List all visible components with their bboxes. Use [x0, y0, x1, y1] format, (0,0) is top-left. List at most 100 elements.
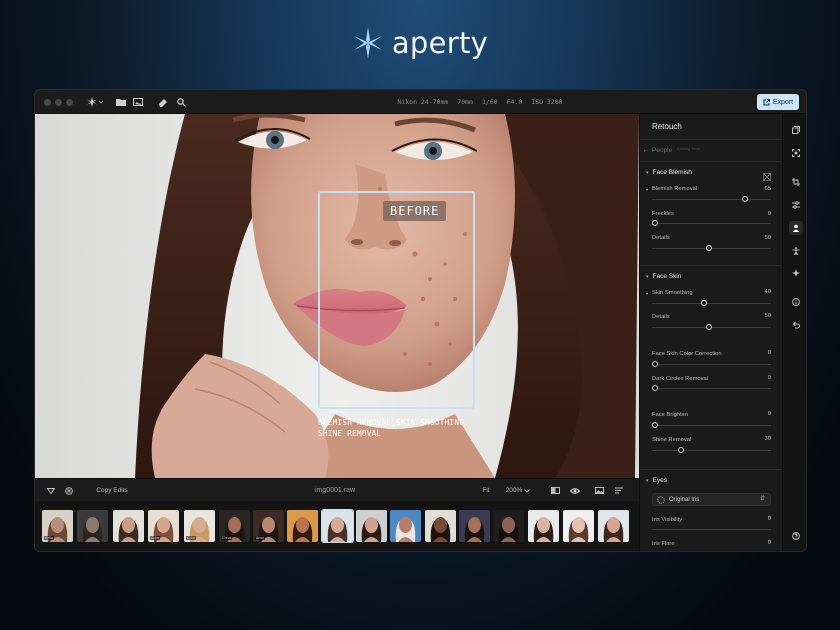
app-menu-icon[interactable] [85, 94, 105, 110]
filter-icon[interactable] [45, 483, 57, 498]
eyes-section: ▾ Eyes Original Iris ⇵ Iris Visibility 0… [640, 469, 782, 551]
face-brighten-knob[interactable] [652, 422, 658, 428]
window-maximize-dot[interactable] [66, 99, 73, 106]
film-thumbnail[interactable]: Amm [253, 510, 284, 542]
film-thumbnail[interactable] [425, 510, 456, 542]
before-label: BEFORE [383, 201, 447, 221]
thumbnail-portrait-image [287, 510, 318, 542]
help-icon[interactable] [789, 529, 803, 543]
eraser-icon[interactable] [157, 94, 169, 110]
gallery-view-icon[interactable] [593, 483, 605, 498]
dark-circles-knob[interactable] [652, 385, 658, 391]
shine-removal-slider[interactable] [652, 450, 771, 451]
folder-icon[interactable] [115, 94, 127, 110]
chevron-down-icon: ▾ [646, 187, 649, 192]
ai-sparkle-icon[interactable] [789, 266, 803, 280]
layers-icon[interactable] [789, 123, 803, 137]
brand-header: aperty [0, 26, 840, 60]
select-arrows-icon: ⇵ [759, 496, 765, 502]
export-label: Export [772, 98, 794, 106]
film-thumbnail[interactable] [321, 509, 354, 543]
shine-removal-knob[interactable] [678, 447, 684, 453]
blemish-details-knob[interactable] [706, 245, 712, 251]
shine-removal-label: Shine Removal [652, 437, 692, 443]
crop-icon[interactable] [789, 175, 803, 189]
face-skin-header[interactable]: ▾ Face Skin [646, 273, 681, 280]
copy-edits-button[interactable]: Copy Edits [91, 483, 133, 498]
film-thumbnail[interactable]: Bella [42, 510, 73, 542]
film-thumbnail[interactable]: Color [148, 510, 179, 542]
iris-visibility-slider[interactable] [652, 529, 771, 530]
blemish-removal-knob[interactable] [742, 196, 748, 202]
sort-icon[interactable] [613, 483, 625, 498]
meta-focal: 70mm [457, 98, 473, 106]
skin-smoothing-slider[interactable] [652, 303, 771, 304]
freckles-slider[interactable] [652, 223, 771, 224]
reset-section-icon[interactable] [763, 168, 771, 186]
thumbnail-portrait-image [356, 510, 387, 542]
film-thumbnail[interactable] [493, 510, 524, 542]
film-thumbnail[interactable] [528, 510, 559, 542]
top-toolbar: Nikon 24-70mm 70mm 1/60 F4.0 ISO 3200 Ex… [35, 90, 806, 114]
face-blemish-header[interactable]: ▾ Face Blemish [646, 169, 692, 176]
color-correction-knob[interactable] [652, 361, 658, 367]
film-thumbnail[interactable] [459, 510, 490, 542]
caption-line-2: SHINE REMOVAL [318, 429, 382, 438]
body-icon[interactable] [789, 244, 803, 258]
compare-split-icon[interactable] [549, 483, 561, 498]
iris-flare-label: Iris Flare [652, 541, 675, 547]
retouch-person-icon[interactable] [789, 221, 803, 235]
fit-button[interactable]: Fit [476, 483, 496, 498]
panel-title: Retouch [652, 122, 682, 131]
people-coming-soon: Coming Soon [677, 147, 701, 151]
face-brighten-value: 0 [767, 411, 771, 417]
people-section[interactable]: ▸ People Coming Soon [640, 139, 782, 161]
thumbnail-portrait-image [598, 510, 629, 542]
iris-visibility-label: Iris Visibility [652, 517, 683, 523]
bottom-toolbar: Copy Edits img0001.raw Fit 200% [35, 478, 639, 501]
film-thumbnail[interactable] [287, 510, 318, 542]
thumbnail-portrait-image [493, 510, 524, 542]
eyes-header[interactable]: ▾ Eyes [646, 477, 667, 484]
film-thumbnail[interactable] [77, 510, 108, 542]
thumbnail-portrait-image [390, 510, 421, 542]
camera-metadata: Nikon 24-70mm 70mm 1/60 F4.0 ISO 3200 [365, 90, 595, 114]
zoom-select[interactable]: 200% [501, 483, 535, 498]
reject-icon[interactable] [63, 483, 75, 498]
dark-circles-value: 0 [767, 375, 771, 381]
zoom-icon[interactable] [175, 94, 187, 110]
film-thumbnail[interactable]: Color [184, 510, 215, 542]
skin-smoothing-knob[interactable] [701, 300, 707, 306]
eyes-title: Eyes [652, 477, 667, 484]
export-button[interactable]: Export [757, 94, 799, 110]
face-skin-section: ▾ Face Skin ▾ Skin Smoothing 40 Details … [640, 265, 782, 469]
iris-select[interactable]: Original Iris ⇵ [652, 493, 771, 506]
film-thumbnail[interactable] [113, 510, 144, 542]
window-minimize-dot[interactable] [55, 99, 62, 106]
info-icon[interactable] [789, 295, 803, 309]
film-thumbnail[interactable]: Great [219, 510, 250, 542]
dark-circles-slider[interactable] [652, 388, 771, 389]
freckles-knob[interactable] [652, 220, 658, 226]
skin-details-knob[interactable] [706, 324, 712, 330]
photo-canvas[interactable]: BEFORE BLEMISH REMOVAL,SKIN SMOOTHING, S… [35, 114, 639, 478]
shine-removal-value: 30 [764, 436, 771, 442]
before-comparison-frame[interactable] [318, 191, 475, 409]
skin-details-value: 50 [764, 313, 771, 319]
aperty-star-icon [353, 27, 382, 59]
film-thumbnail[interactable] [390, 510, 421, 542]
undo-history-icon[interactable] [789, 318, 803, 332]
blemish-details-label: Details [652, 235, 670, 241]
window-close-dot[interactable] [44, 99, 51, 106]
color-correction-slider[interactable] [652, 364, 771, 365]
image-import-icon[interactable] [132, 94, 144, 110]
blemish-removal-slider[interactable] [652, 199, 771, 200]
iris-visibility-value: 0 [767, 516, 771, 522]
film-thumbnail[interactable] [356, 510, 387, 542]
adjustments-icon[interactable] [789, 198, 803, 212]
film-thumbnail[interactable] [563, 510, 594, 542]
film-thumbnail[interactable] [598, 510, 629, 542]
face-brighten-slider[interactable] [652, 425, 771, 426]
face-scan-icon[interactable] [789, 146, 803, 160]
eye-icon[interactable] [569, 483, 581, 498]
